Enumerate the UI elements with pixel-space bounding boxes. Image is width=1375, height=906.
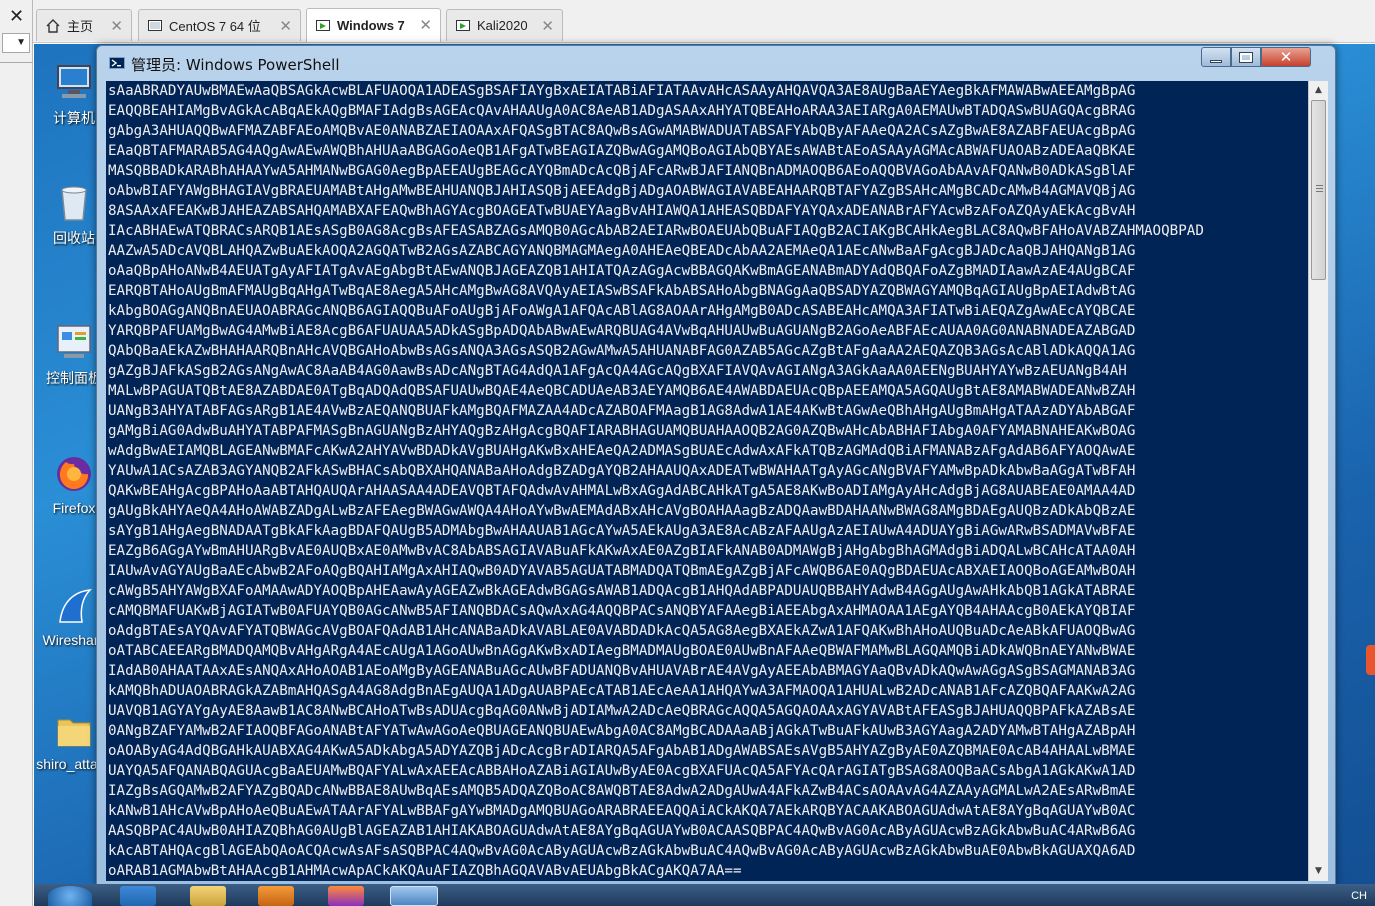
window-titlebar[interactable]: 管理员: Windows PowerShell ✕ [97,46,1335,80]
console-line: MASQBBADkARABhAHAAYwA5AHMANwBGAG0AegBpAE… [108,163,1136,179]
wireshark-icon [52,584,96,628]
console-line: kANwB1AHcAVwBpAHoAeQBuAEwATAArAFYALwBBAF… [108,803,1136,819]
tab-label: Kali2020 [477,18,528,33]
firefox-icon [52,452,96,496]
powershell-taskbar-icon[interactable] [390,886,438,906]
maximize-icon [1239,51,1253,63]
console-text: sAaABRADYAUwBMAEwAaQBSAGkAcwBLAFUAOQA1AD… [108,81,1306,881]
console-line: IAZgBsAGQAMwB2AFYAZgBQADcANwBBAE8AUwBqAE… [108,783,1136,799]
console-line: QAKwBEAHgAcgBPAHoAaABTAHQAUQArAHAASAA4AD… [108,483,1136,499]
computer-icon [52,60,96,104]
vm-running-icon [315,18,331,34]
scroll-thumb[interactable] [1311,100,1326,280]
console-line: UAYQA5AFQANABQAGUAcgBaAEUAMwBQAFYALwAxAE… [108,763,1136,779]
console-line: IAdAB0AHAATAAxAEsANQAxAHoAOAB1AEoAMgByAG… [108,663,1136,679]
console-line: EAQQBEAHIAMgBvAGkAcABqAEkAQgBMAFIAdgBsAG… [108,103,1136,119]
vm-icon [147,18,163,34]
folder-icon [52,708,96,752]
scroll-up-icon[interactable]: ▲ [1309,81,1328,100]
firefox-taskbar-icon[interactable] [328,886,364,906]
scroll-down-icon[interactable]: ▼ [1309,862,1328,881]
host-sidebar: ✕ ▼ [0,0,33,906]
tab-label: CentOS 7 64 位 [169,19,261,34]
minimize-icon [1210,59,1222,63]
console-line: kAcABTAHQAcgBlAGEAbQAoACQAcwAsAFsASQBPAC… [108,843,1136,859]
console-line: QAbQBaAEkAZwBHAHAARQBnAHcAVQBGAHoAbwBsAG… [108,343,1136,359]
console-line: IAcABHAEwATQBRACsARQB1AEsASgB0AG8AcgBsAF… [108,223,1204,239]
console-line: 0ANgBZAFYAMwB2AFIAOQBFAGoANABtAFYATwAwAG… [108,723,1136,739]
console-line: EAZgB6AGgAYwBmAHUARgBvAE0AUQBxAE0AMwBvAC… [108,543,1136,559]
close-icon[interactable]: ✕ [541,17,554,35]
console-line: gAZgBJAFkASgB2AGsANgAwAC8AaAB4AG0AawBsAD… [108,363,1127,379]
console-line: oARAB1AGMAbwBtAHAAcgB1AHMAcwApACkAKQAuAF… [108,863,742,879]
console-line: MALwBPAGUATQBtAE8AZABDAE0ATgBqADQAdQBSAF… [108,383,1136,399]
taskbar: CH [34,884,1375,906]
grip-line [1316,191,1323,192]
maximize-button[interactable] [1231,47,1261,67]
recycle-bin-icon [52,180,96,224]
console-line: wAdgBwAEIAMQBLAGEANwBMAFcAKwA2AHYAVwBDAD… [108,443,1136,459]
console-line: oATABCAEEARgBMADQAMQBvAHgARgA4AEcAUgA1AG… [108,643,1136,659]
console-line: kAbgBOAGgANQBnAEUAOABRAGcANQB6AGIAQQBuAF… [108,303,1136,319]
console-line: YAUwA1ACsAZAB3AGYANQB2AFkASwBHACsAbQBXAH… [108,463,1136,479]
window-title: 管理员: Windows PowerShell [131,56,340,74]
tab-windows7[interactable]: Windows 7 ✕ [306,8,441,42]
console-line: sAYgB1AHgAegBNADAATgBkAFkAagBDAFQAUgB5AD… [108,523,1136,539]
console-line: gAUgBkAHYAeQA4AHoAWABZADgALwBzAFEAegBWAG… [108,503,1136,519]
tab-home[interactable]: 主页 ✕ [36,9,132,41]
console-line: UANgB3AHYATABFAGsARgB1AE4AVwBzAEQANQBUAF… [108,403,1136,419]
close-button[interactable]: ✕ [1261,47,1311,67]
host-close-icon[interactable]: ✕ [0,4,33,30]
close-icon[interactable]: ✕ [419,16,432,34]
tab-kali2020[interactable]: Kali2020 ✕ [446,9,563,41]
console-line: EARQBTAHoAUgBmAFMAUgBqAHgATwBqAE8AegA5AH… [108,283,1136,299]
console-output[interactable]: sAaABRADYAUwBMAEwAaQBSAGkAcwBLAFUAOQA1AD… [106,81,1308,881]
powershell-window[interactable]: 管理员: Windows PowerShell ✕ sAaABRADYAUwBM… [96,45,1336,885]
console-line: 8ASAAxAFEAKwBJAHEAZABSAHQAMABXAFEAQwBhAG… [108,203,1136,219]
console-line: gAbgA3AHUAQQBwAFMAZABFAEoAMQBvAE0ANABZAE… [108,123,1136,139]
tab-centos[interactable]: CentOS 7 64 位 ✕ [138,9,301,41]
console-line: IAUwAvAGYAUgBaAEcAbwB2AFoAQgBQAHIAMgAxAH… [108,563,1136,579]
grip-line [1316,185,1323,186]
grip-line [1316,188,1323,189]
console-line: kAMQBhADUAOABRAGkAZABmAHQASgA4AG8AdgBnAE… [108,683,1136,699]
tab-label: Windows 7 [337,18,405,33]
language-indicator[interactable]: CH [1351,890,1367,902]
vertical-scrollbar[interactable]: ▲ ▼ [1308,81,1328,881]
console-line: sAaABRADYAUwBMAEwAaQBSAGkAcwBLAFUAOQA1AD… [108,83,1136,99]
control-panel-icon [52,320,96,364]
console-line: oAOAByAG4AdQBGAHkAUABXAG4AKwA5ADkAbgA5AD… [108,743,1136,759]
console-line: cAMQBMAFUAKwBjAGIATwB0AFUAYQB0AGcANwB5AF… [108,603,1136,619]
start-button[interactable] [48,886,92,906]
console-line: AAZwA5ADcAVQBLAHQAZwBuAEkAOQA2AGQATwB2AG… [108,243,1136,259]
vm-tab-bar: 主页 ✕ CentOS 7 64 位 ✕ Windows 7 ✕ Kali202… [33,0,1375,43]
tab-label: 主页 [67,19,94,34]
console-line: cAWgB5AHYAWgBXAFoAMAAwADYAOQBpAHEAawAyAG… [108,583,1136,599]
console-line: YARQBPAFUAMgBwAG4AMwBiAE8AcgB6AFUAUAA5AD… [108,323,1136,339]
minimize-button[interactable] [1201,47,1231,67]
close-icon[interactable]: ✕ [110,17,123,35]
console-line: UAVQB1AGYAYgAyAE8AawB1AC8ANwBCAHoATwBsAD… [108,703,1136,719]
console-line: AASQBPAC4AUwB0AHIAZQBhAG0AUgBlAGEAZAB1AH… [108,823,1136,839]
powershell-icon [109,55,125,71]
side-notification-tab[interactable] [1366,645,1375,675]
console-line: oAdgBTAEsAYQAvAFYATQBWAGcAVgBOAFQAdAB1AH… [108,623,1136,639]
console-line: EAaQBTAFMARAB5AG4AQgAwAEwAWQBhAHUAaABGAG… [108,143,1136,159]
ie-icon[interactable] [120,886,156,906]
close-icon: ✕ [1279,48,1293,66]
console-line: oAaQBpAHoANwB4AEUATgAyAFIATgAvAEgAbgBtAE… [108,263,1136,279]
home-icon [45,18,61,34]
explorer-icon[interactable] [190,886,226,906]
vm-running-icon [455,18,471,34]
console-line: gAMgBiAG0AdwBuAHYATABPAFMASgBnAGUANgBzAH… [108,423,1136,439]
media-player-icon[interactable] [258,886,294,906]
host-divider [0,62,33,63]
close-icon[interactable]: ✕ [279,17,292,35]
host-dropdown[interactable]: ▼ [2,33,30,53]
console-line: oAbwBIAFYAWgBHAGIAVgBRAEUAMABtAHgAMwBEAH… [108,183,1136,199]
